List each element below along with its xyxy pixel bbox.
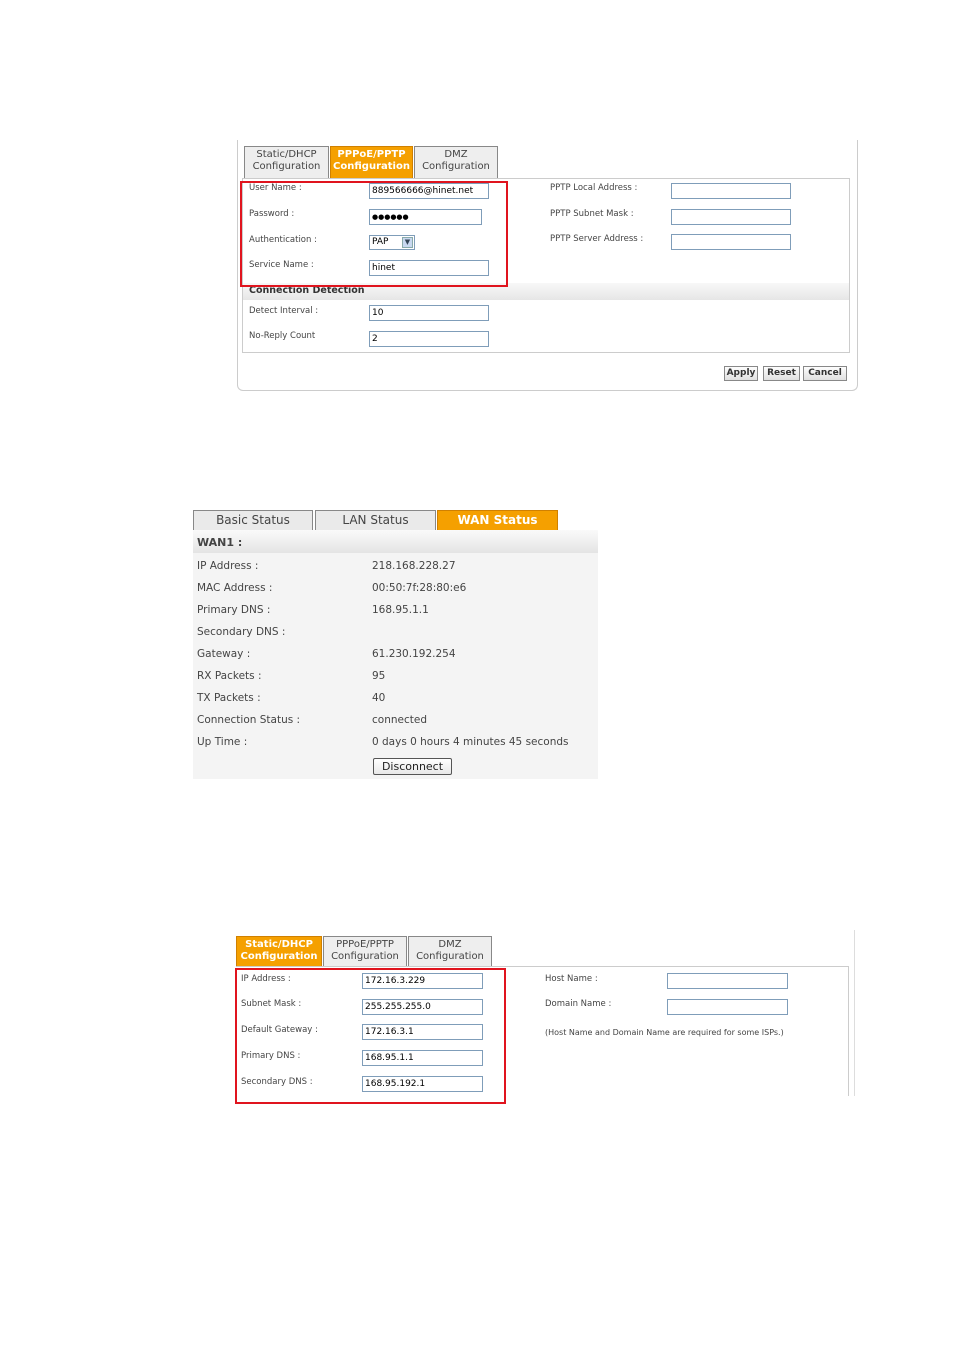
domain-name-input[interactable] bbox=[667, 999, 788, 1015]
static-top-rule bbox=[236, 966, 848, 967]
tab-label: Configuration bbox=[333, 161, 410, 172]
no-reply-label: No-Reply Count bbox=[249, 331, 316, 341]
disconnect-button[interactable]: Disconnect bbox=[373, 758, 452, 775]
tab-static-dhcp[interactable]: Static/DHCP Configuration bbox=[244, 146, 329, 179]
tab-label: Static/DHCP bbox=[245, 939, 313, 950]
pptp-subnet-label: PPTP Subnet Mask : bbox=[550, 209, 634, 219]
tab-basic-status[interactable]: Basic Status bbox=[193, 510, 313, 530]
pptp-local-label: PPTP Local Address : bbox=[550, 183, 638, 193]
tab-pppoe-pptp[interactable]: PPPoE/PPTP Configuration bbox=[323, 936, 407, 967]
tab-label: Configuration bbox=[240, 951, 318, 962]
status-value: connected bbox=[372, 714, 427, 726]
domain-name-label: Domain Name : bbox=[545, 999, 612, 1009]
tab-label: Static/DHCP bbox=[256, 149, 317, 160]
status-value: 40 bbox=[372, 692, 386, 704]
highlight-box bbox=[240, 181, 508, 287]
tab-label: Configuration bbox=[252, 161, 321, 172]
wan-section-title: WAN1 : bbox=[197, 536, 243, 549]
highlight-box bbox=[235, 968, 506, 1104]
pppoe-frame-right bbox=[857, 140, 858, 160]
status-label: Secondary DNS : bbox=[197, 626, 286, 638]
tab-label: PPPoE/PPTP bbox=[336, 939, 394, 950]
detect-interval-input[interactable]: 10 bbox=[369, 305, 489, 321]
tab-pppoe-pptp[interactable]: PPPoE/PPTP Configuration bbox=[330, 146, 413, 179]
wan-section-header bbox=[193, 530, 598, 553]
tab-label: Configuration bbox=[422, 161, 490, 172]
tab-label: DMZ bbox=[444, 149, 468, 160]
status-label: Up Time : bbox=[197, 736, 248, 748]
status-label: Primary DNS : bbox=[197, 604, 271, 616]
pptp-subnet-input[interactable] bbox=[671, 209, 791, 225]
status-label: TX Packets : bbox=[197, 692, 261, 704]
host-name-label: Host Name : bbox=[545, 974, 598, 984]
static-frame-right bbox=[854, 930, 855, 1096]
static-right-rule bbox=[848, 966, 849, 1096]
no-reply-input[interactable]: 2 bbox=[369, 331, 489, 347]
tab-label: Configuration bbox=[331, 951, 399, 962]
status-value: 168.95.1.1 bbox=[372, 604, 429, 616]
tab-label: DMZ bbox=[438, 939, 462, 950]
status-label: Connection Status : bbox=[197, 714, 301, 726]
status-label: Gateway : bbox=[197, 648, 251, 660]
status-label: RX Packets : bbox=[197, 670, 262, 682]
tab-label: PPPoE/PPTP bbox=[337, 149, 406, 160]
status-value: 0 days 0 hours 4 minutes 45 seconds bbox=[372, 736, 569, 748]
status-label: MAC Address : bbox=[197, 582, 273, 594]
detect-interval-label: Detect Interval : bbox=[249, 306, 319, 316]
status-label: IP Address : bbox=[197, 560, 259, 572]
apply-button[interactable]: Apply bbox=[724, 366, 758, 381]
status-value: 61.230.192.254 bbox=[372, 648, 456, 660]
cancel-button[interactable]: Cancel bbox=[803, 366, 847, 381]
status-value: 218.168.228.27 bbox=[372, 560, 456, 572]
reset-button[interactable]: Reset bbox=[763, 366, 800, 381]
tab-label: Configuration bbox=[416, 951, 484, 962]
pptp-local-input[interactable] bbox=[671, 183, 791, 199]
tab-static-dhcp[interactable]: Static/DHCP Configuration bbox=[236, 936, 322, 967]
status-value: 95 bbox=[372, 670, 386, 682]
tab-wan-status[interactable]: WAN Status bbox=[437, 510, 558, 530]
status-value: 00:50:7f:28:80:e6 bbox=[372, 582, 467, 594]
isp-note: (Host Name and Domain Name are required … bbox=[545, 1028, 784, 1037]
host-name-input[interactable] bbox=[667, 973, 788, 989]
pptp-server-input[interactable] bbox=[671, 234, 791, 250]
pptp-server-label: PPTP Server Address : bbox=[550, 234, 644, 244]
tab-lan-status[interactable]: LAN Status bbox=[315, 510, 436, 530]
tab-dmz[interactable]: DMZ Configuration bbox=[408, 936, 492, 967]
tab-dmz[interactable]: DMZ Configuration bbox=[414, 146, 498, 179]
